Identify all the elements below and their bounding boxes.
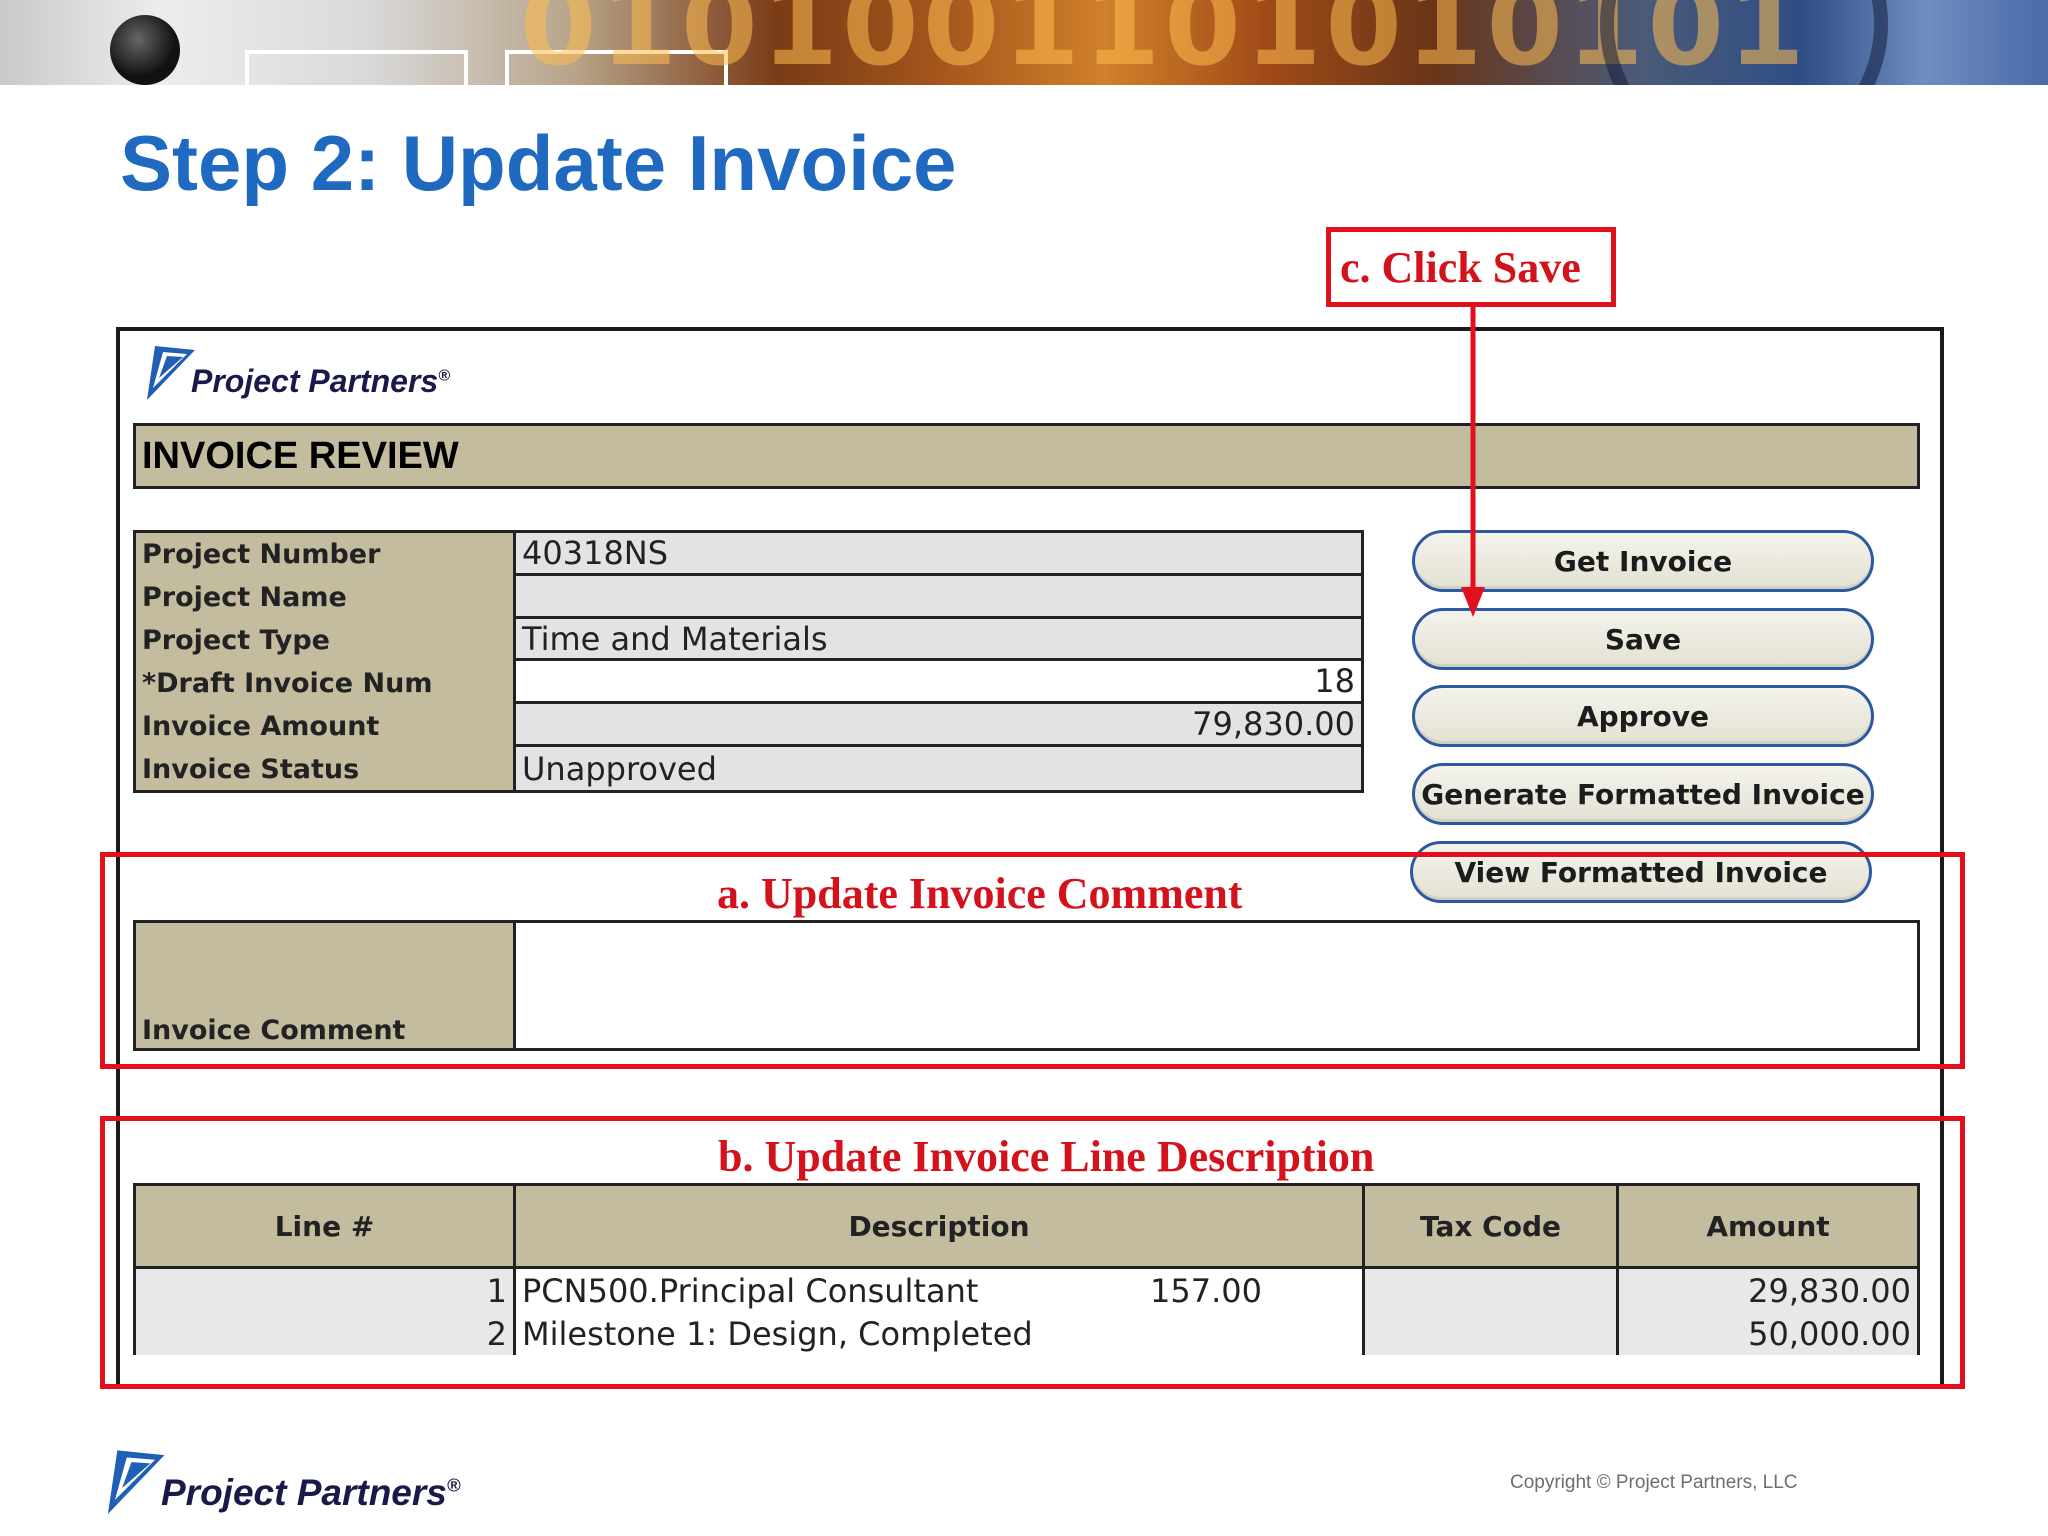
field-values-column: 40318NS Time and Materials 18 79,830.00 …	[516, 533, 1361, 790]
callout-arrow	[1461, 305, 1485, 617]
invoice-amount-field: 79,830.00	[516, 704, 1361, 748]
field-label-project-type: Project Type	[142, 625, 330, 656]
invoice-review-header: INVOICE REVIEW	[133, 423, 1920, 489]
app-logo-text: Project Partners®	[191, 363, 451, 399]
draft-invoice-num-input[interactable]: 18	[516, 661, 1361, 705]
footer-logo: Project Partners®	[103, 1448, 461, 1514]
banner-ball-graphic	[110, 15, 180, 85]
project-partners-logo-icon	[143, 344, 197, 400]
field-label-project-number: Project Number	[142, 539, 381, 570]
app-logo: Project Partners®	[143, 344, 450, 400]
field-label-project-name: Project Name	[142, 582, 347, 613]
project-type-field: Time and Materials	[516, 618, 1361, 662]
callout-comment-text: a. Update Invoice Comment	[717, 869, 1243, 918]
invoice-fields-table: Project Number Project Name Project Type…	[133, 530, 1364, 793]
project-name-field	[516, 575, 1361, 619]
banner-decoration	[245, 50, 468, 85]
field-label-invoice-status: Invoice Status	[142, 754, 360, 785]
invoice-status-field: Unapproved	[516, 747, 1361, 790]
footer-logo-text: Project Partners®	[161, 1472, 461, 1513]
header-title: INVOICE REVIEW	[142, 434, 459, 477]
banner-ring-graphic	[1600, 0, 1888, 85]
callout-click-save-text: c. Click Save	[1340, 243, 1581, 292]
slide-title: Step 2: Update Invoice	[120, 119, 957, 207]
copyright-text: Copyright © Project Partners, LLC	[1510, 1472, 1798, 1493]
top-banner-image: 0101001101010101	[0, 0, 2048, 85]
field-label-draft-invoice-num: *Draft Invoice Num	[142, 668, 433, 699]
field-labels-column: Project Number Project Name Project Type…	[136, 533, 516, 790]
field-label-invoice-amount: Invoice Amount	[142, 711, 380, 742]
project-partners-logo-icon	[103, 1448, 167, 1514]
approve-button[interactable]: Approve	[1412, 685, 1874, 747]
callout-line-description-text: b. Update Invoice Line Description	[718, 1132, 1375, 1181]
project-number-field: 40318NS	[516, 533, 1361, 576]
generate-formatted-invoice-button[interactable]: Generate Formatted Invoice	[1412, 763, 1874, 825]
